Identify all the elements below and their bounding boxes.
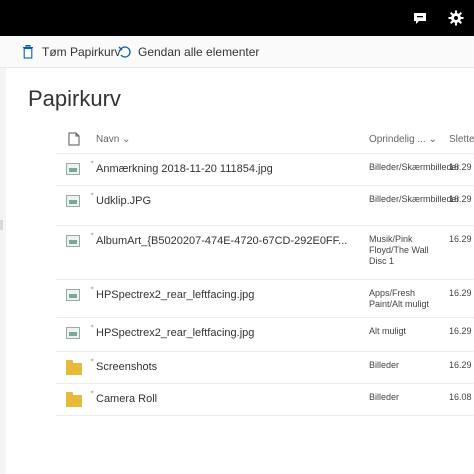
item-deleted-date: 16.29: [449, 326, 472, 336]
item-original-location: Apps/Fresh Paint/Alt muligt: [369, 288, 430, 309]
item-original-location: Alt muligt: [369, 326, 407, 336]
folder-icon: [66, 360, 82, 375]
item-original-location: Billeder: [369, 360, 400, 370]
item-original-location: Billeder/Skærmbilleder: [369, 194, 460, 204]
chevron-down-icon: ⌄: [122, 134, 131, 145]
new-item-marker-icon: ⁺: [90, 285, 95, 294]
list-row[interactable]: ⁺ HPSpectrex2_rear_leftfacing.jpg Apps/Fre…: [56, 280, 474, 318]
item-name[interactable]: HPSpectrex2_rear_leftfacing.jpg: [96, 327, 254, 339]
settings-button[interactable]: [438, 0, 474, 36]
empty-recycle-bin-label: Tøm Papirkurv: [42, 45, 121, 59]
item-deleted-date: 16.29: [449, 162, 472, 172]
trash-icon: [22, 45, 36, 59]
list-header: Navn ⌄ Oprindelig ... ⌄ Slettet: [56, 124, 474, 154]
item-name[interactable]: HPSpectrex2_rear_leftfacing.jpg: [96, 289, 254, 301]
feedback-button[interactable]: [402, 0, 438, 36]
column-header-name[interactable]: Navn ⌄: [96, 134, 131, 145]
new-item-marker-icon: ⁺: [90, 389, 95, 398]
new-item-marker-icon: ⁺: [90, 191, 95, 200]
list-row[interactable]: ⁺ Udklip.JPG Billeder/Skærmbilleder 16.29: [56, 186, 474, 226]
undo-icon: [118, 45, 132, 59]
new-item-marker-icon: ⁺: [90, 323, 95, 332]
empty-recycle-bin-button[interactable]: Tøm Papirkurv: [22, 36, 121, 68]
list-row[interactable]: ⁺ Camera Roll Billeder 16.08: [56, 384, 474, 416]
new-item-marker-icon: ⁺: [90, 159, 95, 168]
list-row[interactable]: ⁺ HPSpectrex2_rear_leftfacing.jpg Alt muli…: [56, 318, 474, 352]
top-bar: [0, 0, 474, 36]
item-deleted-date: 16.29: [449, 288, 472, 298]
image-file-icon: [66, 163, 80, 175]
column-header-original-location[interactable]: Oprindelig ... ⌄: [369, 134, 437, 145]
item-name[interactable]: Screenshots: [96, 361, 157, 373]
recycle-bin-list: Navn ⌄ Oprindelig ... ⌄ Slettet ⁺Anmærkn…: [56, 124, 474, 416]
image-file-icon: [66, 195, 80, 207]
item-deleted-date: 16.08: [449, 392, 472, 402]
file-type-header-icon[interactable]: [68, 132, 80, 149]
page-title: Papirkurv: [28, 86, 121, 111]
gear-icon: [448, 10, 464, 26]
feedback-icon: [414, 13, 426, 24]
list-row[interactable]: ⁺ Screenshots Billeder 16.29: [56, 352, 474, 384]
item-name[interactable]: Udklip.JPG: [96, 195, 151, 207]
item-deleted-date: 16.29: [449, 234, 472, 244]
new-item-marker-icon: ⁺: [90, 231, 95, 240]
gutter-handle: [0, 220, 3, 230]
item-original-location: Billeder/Skærmbilleder: [369, 162, 460, 172]
item-deleted-date: 16.29: [449, 194, 472, 204]
item-name[interactable]: Camera Roll: [96, 393, 157, 405]
item-name[interactable]: AlbumArt_{B5020207-474E-4720-67CD-292E0F…: [96, 235, 347, 247]
image-file-icon: [66, 327, 80, 339]
image-file-icon: [66, 289, 80, 301]
list-row[interactable]: ⁺ AlbumArt_{B5020207-474E-4720-67CD-292E0…: [56, 226, 474, 280]
list-row[interactable]: ⁺ Anmærkning 2018-11-20 111854.jpg Billede…: [56, 154, 474, 186]
item-name[interactable]: Anmærkning 2018-11-20 111854.jpg: [96, 163, 273, 175]
folder-icon: [66, 392, 82, 407]
restore-all-label: Gendan alle elementer: [138, 45, 260, 59]
left-gutter: [0, 68, 6, 474]
chevron-down-icon: ⌄: [428, 134, 437, 145]
restore-all-button[interactable]: Gendan alle elementer: [118, 36, 259, 68]
command-bar: Tøm Papirkurv Gendan alle elementer: [0, 36, 474, 68]
item-original-location: Billeder: [369, 392, 400, 402]
image-file-icon: [66, 235, 80, 247]
column-header-deleted[interactable]: Slettet: [449, 134, 474, 145]
new-item-marker-icon: ⁺: [90, 357, 95, 366]
item-original-location: Musik/Pink Floyd/The Wall Disc 1: [369, 234, 429, 266]
item-deleted-date: 16.29: [449, 360, 472, 370]
